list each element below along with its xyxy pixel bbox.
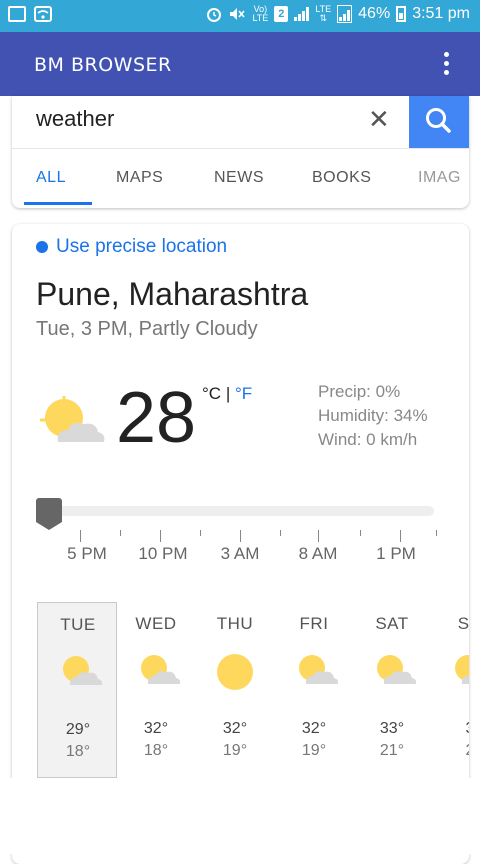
fahrenheit-unit[interactable]: °F: [235, 384, 252, 403]
lte-bars-icon: [337, 5, 353, 23]
battery-percent: 46%: [358, 5, 391, 22]
tab-news[interactable]: NEWS: [214, 169, 264, 187]
timeline-tick: [360, 530, 361, 536]
active-tab-indicator: [24, 202, 92, 205]
partly-cloudy-icon: [377, 655, 416, 684]
day-low: 18°: [143, 742, 169, 759]
humidity-stat: Humidity: 34%: [318, 406, 428, 425]
alarm-icon: [207, 8, 222, 22]
image-icon: [8, 6, 26, 22]
timeline-hour: 8 AM: [298, 544, 338, 563]
signal-icon: [294, 7, 310, 21]
app-bar: BM BROWSER: [0, 32, 480, 96]
search-tabs: ALL MAPS NEWS BOOKS IMAG: [12, 148, 469, 208]
forecast-day-wed[interactable]: WED 32° 18°: [116, 602, 196, 778]
current-conditions: Tue, 3 PM, Partly Cloudy: [36, 318, 258, 340]
search-button[interactable]: [409, 96, 469, 148]
day-high: 3: [430, 720, 469, 738]
location-dot-icon: [36, 241, 48, 253]
day-name: FRI: [299, 614, 329, 633]
hourly-slider-track[interactable]: [42, 506, 434, 516]
timeline-hour: 3 AM: [220, 544, 260, 563]
mute-icon: [230, 8, 246, 20]
timeline-tick: [436, 530, 437, 536]
partly-cloudy-icon: [40, 396, 105, 442]
battery-icon: [396, 6, 407, 22]
timeline-tick: [280, 530, 281, 536]
day-high: 32°: [222, 720, 248, 737]
wind-stat: Wind: 0 km/h: [318, 430, 418, 449]
tab-images[interactable]: IMAG: [418, 169, 461, 187]
day-name: TUE: [60, 615, 96, 634]
unit-separator: |: [225, 384, 231, 403]
timeline-tick: [160, 530, 161, 542]
celsius-unit[interactable]: °C: [202, 384, 221, 403]
timeline-tick: [200, 530, 201, 536]
status-bar: Vo) LTE 2 LTE ⇅ 46% 3:51 pm: [0, 0, 480, 32]
day-name: SU: [457, 614, 469, 633]
day-high: 32°: [301, 720, 327, 737]
timeline-tick: [120, 530, 121, 536]
day-low: 21°: [379, 742, 405, 759]
location-title: Pune, Maharashtra: [36, 276, 309, 312]
app-title: BM BROWSER: [34, 54, 172, 76]
close-icon[interactable]: ✕: [368, 104, 390, 135]
timeline-tick: [318, 530, 319, 542]
timeline-tick: [80, 530, 81, 542]
forecast-day-tue[interactable]: TUE 29° 18°: [37, 602, 117, 778]
timeline-hour: 5 PM: [67, 544, 107, 563]
day-high: 32°: [143, 720, 169, 737]
volte-icon: Vo) LTE: [252, 4, 269, 23]
day-low: 19°: [222, 742, 248, 759]
day-high: 29°: [65, 721, 91, 738]
search-icon: [426, 108, 451, 133]
timeline-tick: [240, 530, 241, 542]
timeline-tick: [400, 530, 401, 542]
forecast-day-sat[interactable]: SAT 33° 21°: [352, 602, 432, 778]
precip-stat: Precip: 0%: [318, 382, 401, 401]
partly-cloudy-icon: [455, 655, 469, 684]
sim-indicator: 2: [274, 6, 289, 22]
hourly-slider-handle[interactable]: [36, 498, 62, 530]
partly-cloudy-icon: [63, 656, 102, 685]
search-card: weather ✕ ALL MAPS NEWS BOOKS IMAG: [12, 96, 469, 208]
more-vert-icon[interactable]: [444, 52, 450, 75]
day-name: THU: [216, 614, 254, 633]
wifi-icon: [34, 6, 52, 22]
blank-area: [0, 778, 480, 854]
tab-maps[interactable]: MAPS: [116, 169, 163, 187]
lte-signal-icon: LTE ⇅: [315, 4, 332, 23]
day-high: 33°: [379, 720, 405, 737]
use-precise-location-link[interactable]: Use precise location: [56, 236, 227, 258]
day-name: SAT: [375, 614, 409, 633]
search-input[interactable]: weather: [36, 106, 114, 132]
forecast-day-thu[interactable]: THU 32° 19°: [195, 602, 275, 778]
day-low: 19°: [301, 742, 327, 759]
partly-cloudy-icon: [299, 655, 338, 684]
clock: 3:51 pm: [412, 5, 470, 22]
partly-cloudy-icon: [141, 655, 180, 684]
tab-all[interactable]: ALL: [36, 169, 66, 187]
unit-toggle: °C | °F: [202, 384, 252, 404]
forecast-day-sun[interactable]: SU 3 2: [430, 602, 469, 778]
day-low: 2: [430, 742, 469, 760]
forecast-day-fri[interactable]: FRI 32° 19°: [274, 602, 354, 778]
day-name: WED: [135, 614, 177, 633]
timeline-hour: 1 PM: [376, 544, 416, 563]
tab-books[interactable]: BOOKS: [312, 169, 371, 187]
current-temperature: 28: [116, 378, 197, 458]
sunny-icon: [217, 654, 253, 690]
day-low: 18°: [65, 743, 91, 760]
timeline-hour: 10 PM: [138, 544, 188, 563]
weather-card: Use precise location Pune, Maharashtra T…: [12, 224, 469, 864]
